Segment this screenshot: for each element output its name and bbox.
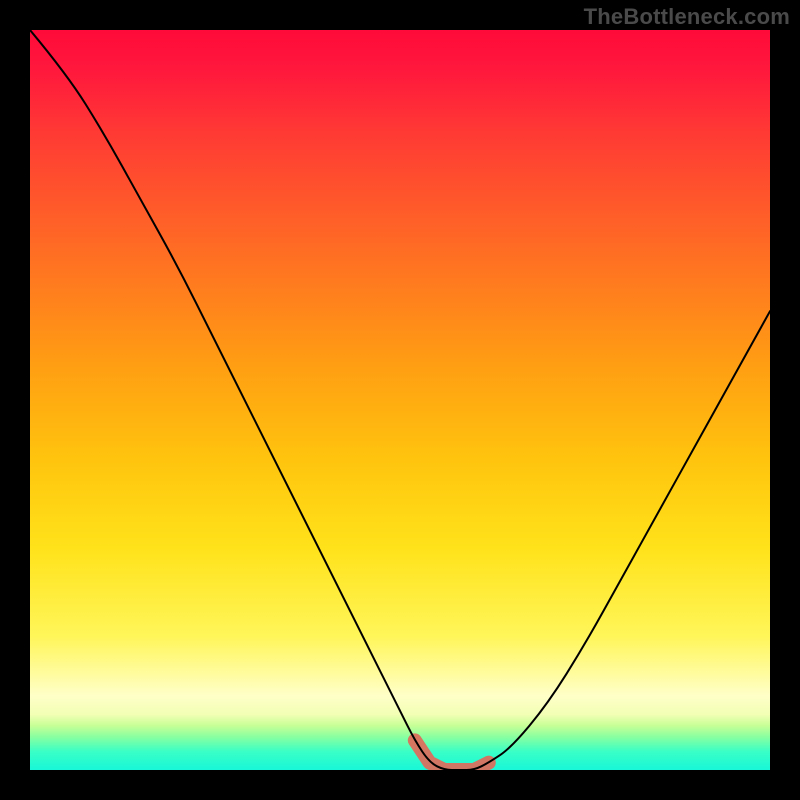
bottleneck-curve bbox=[30, 30, 770, 770]
plot-area bbox=[30, 30, 770, 770]
chart-frame: TheBottleneck.com bbox=[0, 0, 800, 800]
watermark-text: TheBottleneck.com bbox=[584, 4, 790, 30]
chart-svg bbox=[30, 30, 770, 770]
